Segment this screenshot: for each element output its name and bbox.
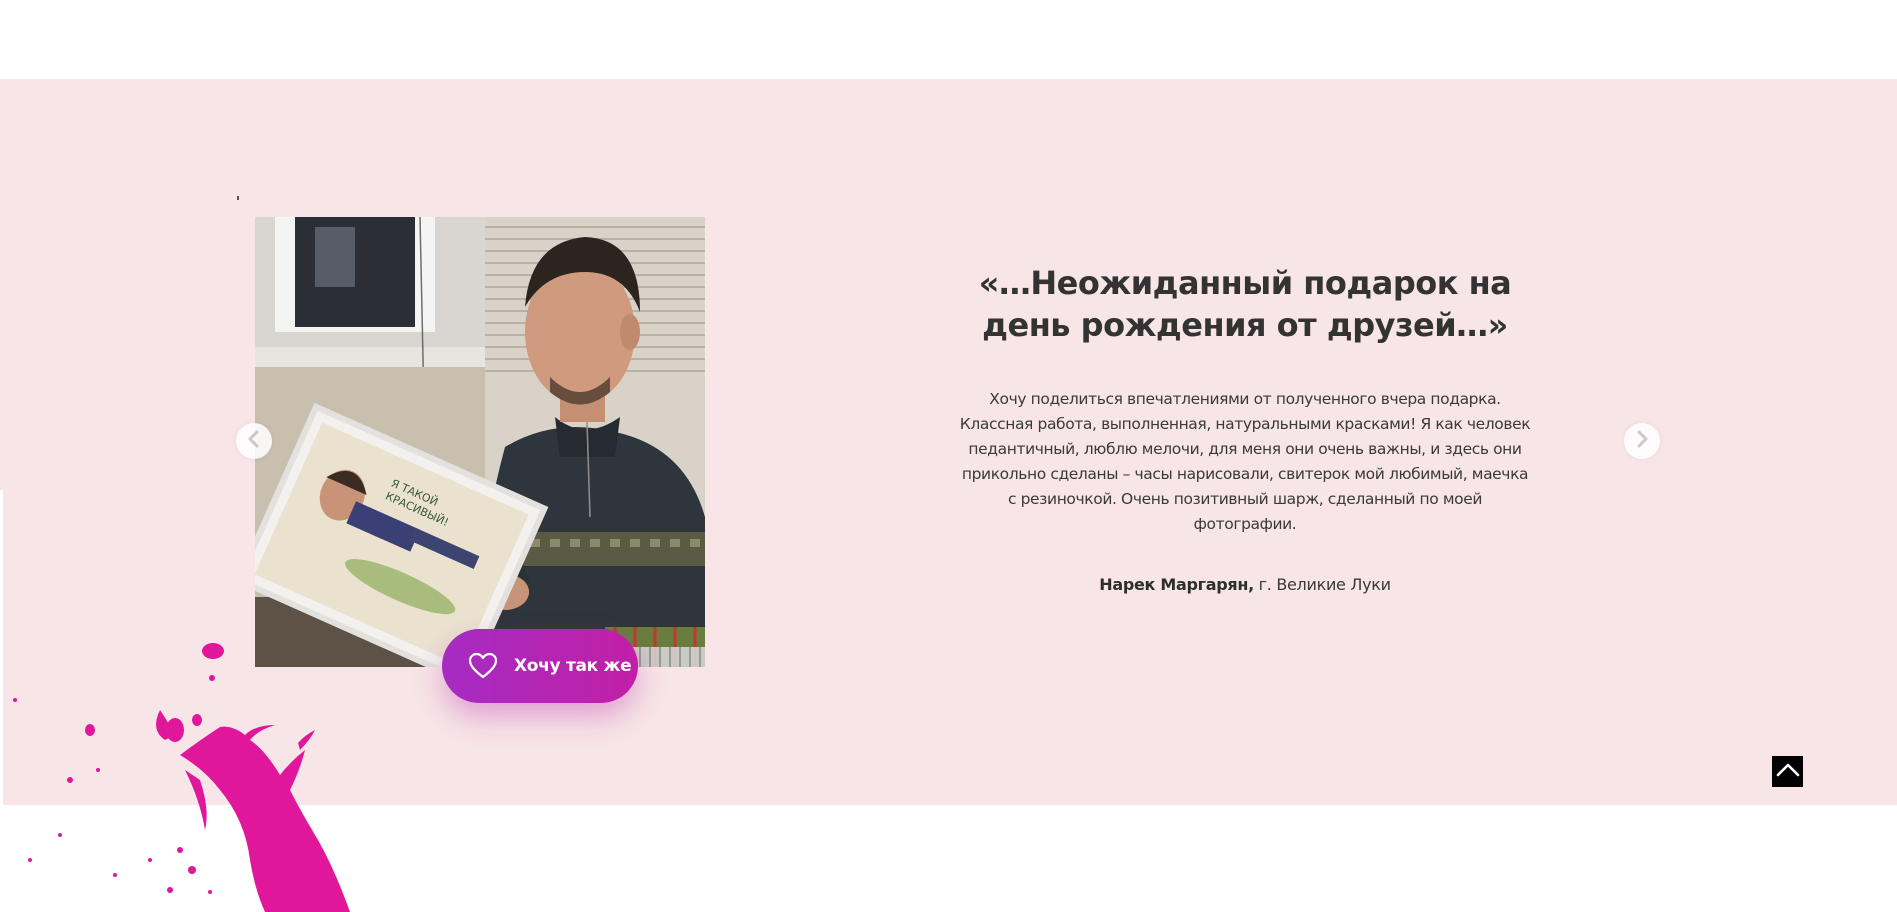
chevron-left-icon xyxy=(247,430,261,452)
testimonial-photo: Я ТАКОЙ КРАСИВЫЙ! xyxy=(255,217,705,667)
heart-outline-icon xyxy=(468,652,498,680)
author-name: Нарек Маргарян, xyxy=(1099,575,1254,594)
carousel-next-button[interactable] xyxy=(1624,423,1660,459)
chevron-right-icon xyxy=(1635,430,1649,452)
scroll-to-top-button[interactable] xyxy=(1772,756,1803,787)
testimonial-text: Хочу поделиться впечатлениями от получен… xyxy=(959,390,1531,533)
testimonial-title: «…Неожиданный подарок на день рождения о… xyxy=(978,264,1512,344)
want-same-button-label: Хочу так же xyxy=(514,656,632,676)
chevron-up-icon xyxy=(1776,762,1800,782)
paint-splash-decoration xyxy=(0,630,380,912)
testimonial-author: Нарек Маргарян, г. Великие Луки xyxy=(958,572,1532,598)
want-same-button[interactable]: Хочу так же xyxy=(442,629,638,703)
author-city: г. Великие Луки xyxy=(1253,575,1391,594)
page: Я ТАКОЙ КРАСИВЫЙ! Хочу так же «…Неожидан… xyxy=(0,0,1897,912)
carousel-prev-button[interactable] xyxy=(236,423,272,459)
decorative-mark xyxy=(237,196,239,200)
